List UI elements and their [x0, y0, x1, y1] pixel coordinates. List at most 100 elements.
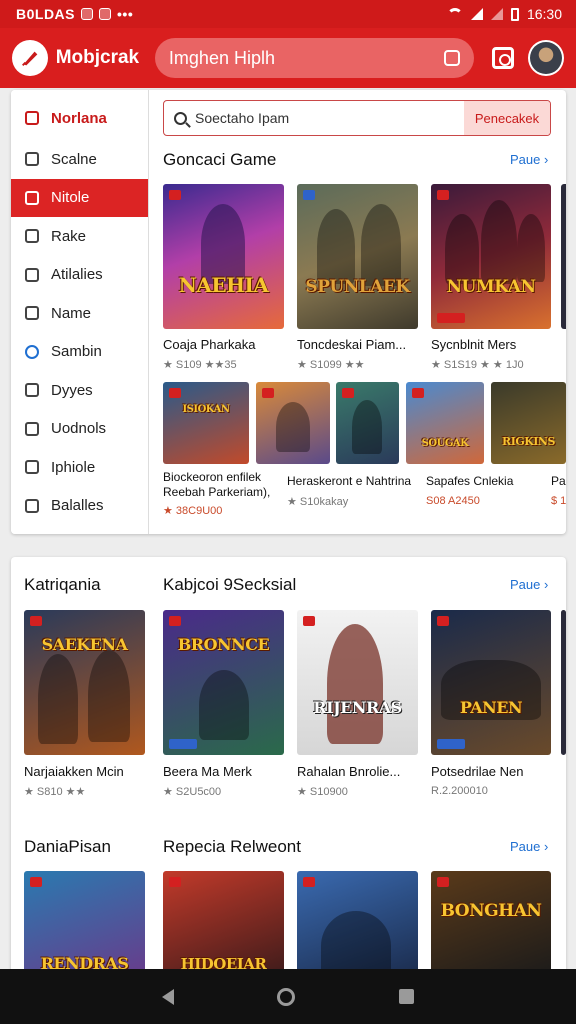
see-more-link[interactable]: Paue ›	[510, 577, 548, 592]
game-badge	[437, 190, 449, 200]
top-search-bar[interactable]: Imghen Hiplh	[154, 38, 475, 78]
game-tile[interactable]: RIJENRAS	[297, 610, 418, 755]
main-content: Soectaho Ipam Penecakek	[163, 100, 553, 136]
game-badge	[30, 877, 42, 887]
hero-figure	[201, 204, 245, 284]
game-tile-small[interactable]: ISIOKAN	[163, 382, 249, 464]
game-art-title: SPUNLAEK	[305, 277, 410, 298]
sidebar-item-label: Nitole	[51, 189, 90, 207]
game-badge	[169, 388, 181, 398]
search-box[interactable]: Soectaho Ipam Penecakek	[163, 100, 551, 136]
game-tile-small[interactable]: RIGKINS	[491, 382, 566, 464]
sidebar-item-4[interactable]: Atilalies	[11, 256, 148, 295]
hero-figure	[88, 650, 130, 742]
game-tile-partial[interactable]	[561, 184, 566, 329]
sidebar-item-7[interactable]: Dyyes	[11, 371, 148, 410]
game-badge	[169, 616, 181, 626]
hero-figure	[38, 654, 78, 744]
hero-figure	[199, 670, 249, 740]
game-tile-partial[interactable]	[561, 610, 566, 755]
tag-icon	[25, 383, 39, 398]
game-tile[interactable]: NUMKAN	[431, 184, 551, 329]
game-tile[interactable]: BONGHAN	[431, 871, 551, 977]
user-icon	[25, 306, 39, 321]
sidebar-item-9[interactable]: Iphiole	[11, 448, 148, 487]
game-tile[interactable]	[297, 871, 418, 977]
game-tile-small[interactable]	[336, 382, 399, 464]
avatar[interactable]	[528, 40, 564, 76]
sidebar-item-1[interactable]: Scalne	[11, 140, 148, 179]
sidebar-item-label: Uodnols	[51, 420, 107, 438]
game-art-title: PANEN	[459, 698, 523, 718]
game-name: Sapafes Cnlekia	[426, 474, 514, 488]
search-icon	[25, 421, 39, 436]
camera-icon[interactable]	[492, 47, 515, 69]
chat-icon	[25, 460, 39, 475]
game-tile[interactable]: PANEN	[431, 610, 551, 755]
game-rating: S08 A2450	[426, 495, 480, 507]
tools-icon	[25, 498, 39, 513]
game-name: Coaja Pharkaka	[163, 337, 256, 352]
game-art-title: NUMKAN	[446, 277, 537, 298]
sidebar-item-10[interactable]: Balalles	[11, 487, 148, 526]
more-dots-icon: •••	[117, 6, 134, 22]
game-tile-small[interactable]	[256, 382, 330, 464]
game-tile[interactable]: RENDRAS	[24, 871, 145, 977]
hero-figure	[321, 911, 391, 977]
top-card: Norlana Scalne Nitole Rake Atilalies Nam…	[11, 90, 566, 534]
game-badge	[303, 616, 315, 626]
circle-icon	[25, 344, 39, 359]
game-tile[interactable]: SAEKENA	[24, 610, 145, 755]
featured-card: Katriqania Kabjcoi 9Secksial Paue › SAEK…	[11, 557, 566, 977]
game-tile[interactable]: NAEHIA	[163, 184, 284, 329]
see-more-link[interactable]: Paue ›	[510, 152, 548, 167]
game-name: Reebah Parkeriam),	[163, 485, 271, 499]
search-icon	[174, 111, 187, 125]
home-icon[interactable]	[277, 987, 296, 1006]
hero-figure	[276, 402, 310, 452]
search-button[interactable]: Penecakek	[464, 101, 550, 135]
sidebar-item-3[interactable]: Rake	[11, 217, 148, 256]
top-search-text: Imghen Hiplh	[168, 47, 275, 68]
sidebar-item-label: Name	[51, 304, 92, 322]
sidebar-item-6[interactable]: Sambin	[11, 333, 148, 372]
wifi-icon	[446, 8, 463, 20]
game-badge	[303, 877, 315, 887]
app-icon-a	[81, 8, 94, 20]
recent-apps-icon[interactable]	[399, 989, 415, 1004]
app-logo-icon[interactable]	[12, 40, 48, 76]
sidebar-item-8[interactable]: Uodnols	[11, 410, 148, 449]
hero-figure	[445, 214, 479, 284]
hero-figure	[517, 214, 545, 282]
scan-icon[interactable]	[444, 50, 461, 66]
sidebar-item-5[interactable]: Name	[11, 294, 148, 333]
sidebar-item-active[interactable]: Nitole	[11, 178, 148, 217]
see-more-link[interactable]: Paue ›	[510, 839, 548, 854]
game-badge	[30, 616, 42, 626]
game-name: Pa	[551, 474, 566, 488]
category-sidebar: Norlana Scalne Nitole Rake Atilalies Nam…	[11, 90, 149, 534]
game-tile[interactable]: HIDOEIAR	[163, 871, 284, 977]
game-tile[interactable]: SPUNLAEK	[297, 184, 418, 329]
game-badge	[437, 616, 449, 626]
hero-figure	[317, 209, 355, 284]
game-badge	[342, 388, 354, 398]
sidebar-item-header[interactable]: Norlana	[11, 96, 148, 140]
game-art	[491, 382, 566, 464]
game-name: Toncdeskai Piam...	[297, 337, 407, 352]
game-badge	[169, 190, 181, 200]
game-art-title: RIJENRAS	[313, 698, 402, 718]
game-name: Beera Ma Merk	[163, 764, 252, 779]
game-tile-small[interactable]: SOUGAK	[406, 382, 484, 464]
search-input[interactable]: Soectaho Ipam	[164, 101, 464, 135]
back-icon[interactable]	[161, 988, 174, 1005]
game-rating: ★ S1099 ★★	[297, 359, 365, 371]
game-label-badge	[169, 739, 197, 749]
game-badge	[412, 388, 424, 398]
game-art-title: NAEHIA	[178, 273, 269, 298]
status-time: 16:30	[526, 6, 562, 22]
sidebar-item-label: Rake	[51, 227, 87, 245]
bookmark-icon	[25, 111, 39, 125]
game-name: Sycnblnit Mers	[431, 337, 517, 352]
game-tile[interactable]: BRONNCE	[163, 610, 284, 755]
